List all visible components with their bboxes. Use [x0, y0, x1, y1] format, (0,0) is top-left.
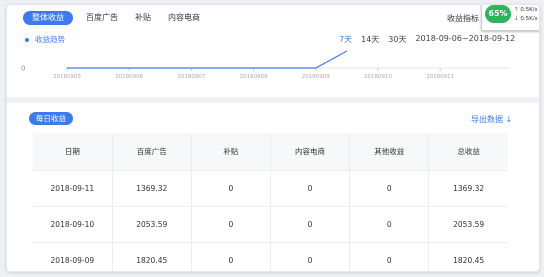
column-header-date[interactable]: 日期: [33, 133, 113, 171]
network-speed-widget: 65% ↑ 0.5K/s ↓ 0.5K/s: [481, 5, 539, 31]
cell-content-ecommerce: 0: [269, 170, 350, 207]
download-speed-value: 0.5K/s: [520, 16, 538, 22]
cell-total-income: 1820.45: [428, 242, 508, 271]
y-axis-zero-label: 0: [21, 65, 25, 73]
cell-total-income: 1369.32: [428, 170, 508, 207]
cell-other-income: 0: [349, 170, 429, 207]
cell-date: 2018-09-09: [33, 242, 113, 271]
trend-title: 收益趋势: [35, 35, 65, 44]
table-row: 2018-09-11 1369.32 0 0 0 1369.32: [33, 170, 508, 207]
x-tick-label: 20180905: [53, 74, 81, 80]
series-line: [67, 50, 348, 69]
income-panel: 整体收益 百度广告 补贴 内容电商 收益指标 65% ↑ 0.5K/s ↓ 0.…: [6, 4, 540, 272]
x-tick-label: 20180908: [240, 74, 268, 80]
income-trend-chart: 0 20180905 20180906 20180907 20180908 201809…: [21, 50, 509, 80]
cell-other-income: 0: [349, 206, 429, 243]
x-tick-label: 20180910: [364, 74, 392, 80]
cell-content-ecommerce: 0: [269, 242, 350, 271]
column-header-content-ecommerce[interactable]: 内容电商: [269, 133, 350, 171]
cell-date: 2018-09-10: [33, 206, 113, 243]
x-tick-label: 20180907: [177, 74, 205, 80]
export-data-link[interactable]: 导出数据 ↓: [471, 114, 512, 125]
section-divider: [7, 97, 539, 103]
daily-income-table: 日期 百度广告 补贴 内容电商 其他收益 总收益 2018-09-11 1369…: [33, 133, 508, 271]
x-tick-label: 20180911: [426, 74, 454, 80]
x-tick-label: 20180909: [302, 74, 330, 80]
range-14-days-button[interactable]: 14天: [361, 34, 379, 45]
column-header-total-income[interactable]: 总收益: [428, 133, 508, 171]
cell-subsidy: 0: [190, 206, 271, 243]
table-header-row: 日期 百度广告 补贴 内容电商 其他收益 总收益: [33, 133, 508, 171]
column-header-other-income[interactable]: 其他收益: [349, 133, 429, 171]
date-range-picker[interactable]: 2018-09-06~2018-09-12: [415, 34, 515, 45]
column-header-subsidy[interactable]: 补贴: [190, 133, 271, 171]
upload-arrow-icon: ↑: [514, 7, 519, 13]
download-speed: ↓ 0.5K/s: [514, 16, 537, 23]
date-range-selector: 7天 14天 30天 2018-09-06~2018-09-12: [339, 34, 515, 45]
income-metric-dropdown[interactable]: 收益指标: [447, 13, 479, 24]
trend-legend: 收益趋势: [25, 34, 65, 45]
tab-baidu-ads[interactable]: 百度广告: [86, 11, 118, 25]
tab-overall-income[interactable]: 整体收益: [23, 11, 73, 25]
cell-date: 2018-09-11: [33, 170, 113, 207]
column-header-baidu-ads[interactable]: 百度广告: [111, 133, 192, 171]
range-7-days-button[interactable]: 7天: [339, 34, 352, 45]
cell-baidu-ads: 1369.32: [111, 170, 192, 207]
cell-subsidy: 0: [190, 170, 271, 207]
upload-speed-value: 0.5K/s: [520, 7, 538, 13]
cell-content-ecommerce: 0: [269, 206, 350, 243]
cell-baidu-ads: 1820.45: [111, 242, 192, 271]
cell-other-income: 0: [349, 242, 429, 271]
range-30-days-button[interactable]: 30天: [388, 34, 406, 45]
table-row: 2018-09-10 2053.59 0 0 0 2053.59: [33, 206, 508, 243]
cell-baidu-ads: 2053.59: [111, 206, 192, 243]
tab-subsidy[interactable]: 补贴: [135, 11, 151, 25]
income-tabs: 整体收益 百度广告 补贴 内容电商: [23, 11, 217, 25]
network-usage-percent: 65%: [485, 5, 511, 23]
download-arrow-icon: ↓: [514, 16, 519, 22]
upload-speed: ↑ 0.5K/s: [514, 7, 537, 14]
daily-income-title: 每日收益: [29, 112, 73, 125]
legend-dot-icon: [25, 38, 29, 42]
cell-subsidy: 0: [190, 242, 271, 271]
table-row: 2018-09-09 1820.45 0 0 0 1820.45: [33, 242, 508, 271]
tab-content-ecommerce[interactable]: 内容电商: [168, 11, 200, 25]
x-tick-label: 20180906: [115, 74, 143, 80]
cell-total-income: 2053.59: [428, 206, 508, 243]
